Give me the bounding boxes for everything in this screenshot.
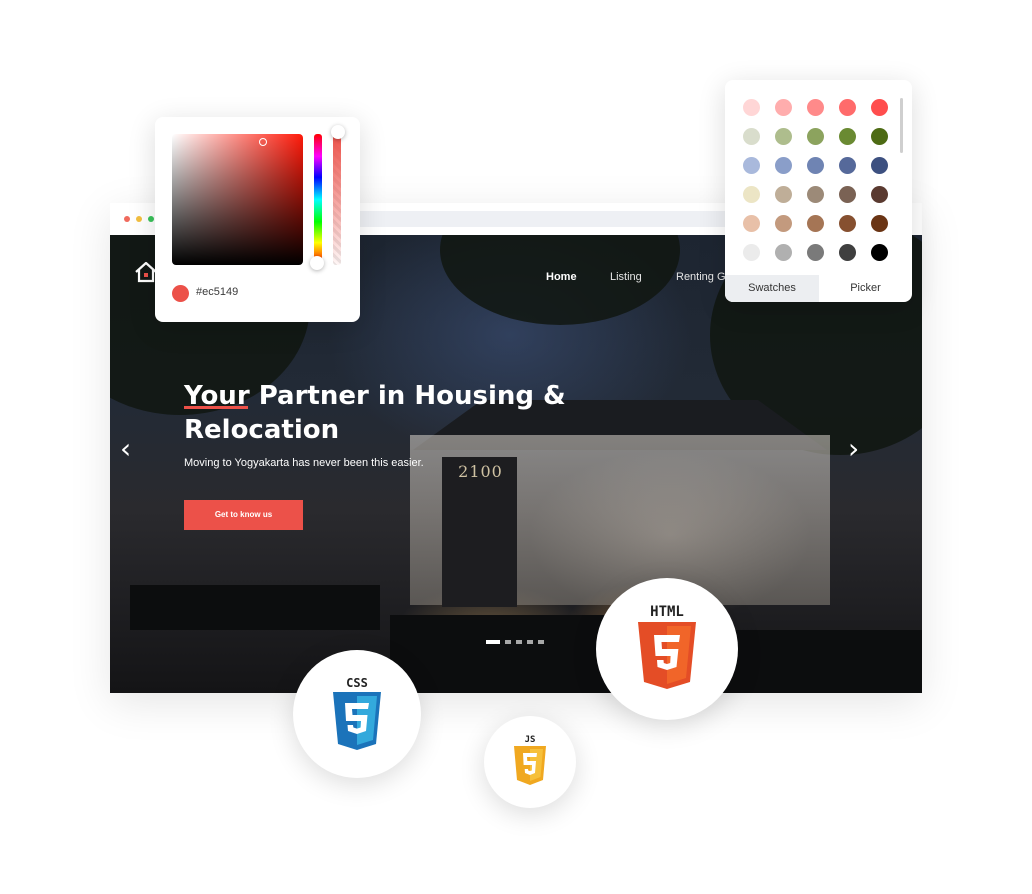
swatch-color[interactable] (775, 128, 792, 145)
color-picker-panel: #ec5149 (155, 117, 360, 322)
slide-dot[interactable] (538, 640, 544, 644)
js-label: JS (525, 735, 536, 745)
swatch-tabbar: Swatches Picker (725, 275, 912, 302)
swatch-color[interactable] (839, 215, 856, 232)
planter (710, 630, 922, 693)
slide-dot[interactable] (505, 640, 511, 644)
swatch-color[interactable] (775, 215, 792, 232)
swatch-color[interactable] (871, 244, 888, 261)
slide-indicator (486, 640, 549, 644)
swatch-color[interactable] (839, 244, 856, 261)
javascript-badge: JS (484, 716, 576, 808)
css3-logo-icon: CSS (333, 676, 381, 750)
hero-subheadline: Moving to Yogyakarta has never been this… (184, 457, 424, 469)
swatch-color[interactable] (871, 99, 888, 116)
swatch-color[interactable] (807, 215, 824, 232)
hue-slider[interactable] (314, 134, 322, 265)
swatch-color[interactable] (743, 244, 760, 261)
alpha-slider[interactable] (333, 134, 341, 265)
hue-slider-handle[interactable] (310, 256, 324, 270)
nav-listing[interactable]: Listing (610, 271, 642, 283)
html5-label: HTML (650, 604, 684, 620)
html5-badge: HTML (596, 578, 738, 720)
tab-picker[interactable]: Picker (819, 275, 912, 302)
swatch-color[interactable] (775, 157, 792, 174)
slide-dot[interactable] (516, 640, 522, 644)
swatch-color[interactable] (743, 215, 760, 232)
get-to-know-us-button[interactable]: Get to know us (184, 500, 303, 530)
swatch-color[interactable] (807, 186, 824, 203)
window-maximize-dot[interactable] (148, 216, 154, 222)
swatch-color[interactable] (839, 186, 856, 203)
swatch-color[interactable] (743, 157, 760, 174)
planter (130, 585, 380, 630)
swatch-color[interactable] (807, 157, 824, 174)
swatch-color[interactable] (839, 128, 856, 145)
planter (390, 615, 620, 693)
swatch-color[interactable] (871, 215, 888, 232)
slide-dot[interactable] (527, 640, 533, 644)
swatch-color[interactable] (839, 99, 856, 116)
scrollbar[interactable] (900, 98, 903, 153)
swatch-color[interactable] (775, 186, 792, 203)
hex-value[interactable]: #ec5149 (196, 286, 238, 298)
swatch-color[interactable] (839, 157, 856, 174)
swatch-color[interactable] (807, 244, 824, 261)
swatch-color[interactable] (775, 99, 792, 116)
window-minimize-dot[interactable] (136, 216, 142, 222)
javascript-logo-icon: JS (514, 735, 546, 785)
building-sign: 2100 (458, 462, 503, 481)
window-close-dot[interactable] (124, 216, 130, 222)
css3-label: CSS (346, 676, 368, 690)
swatch-color[interactable] (743, 99, 760, 116)
hero-headline: Your Partner in Housing & Relocation (184, 379, 604, 447)
saturation-field[interactable] (172, 134, 303, 265)
css3-badge: CSS (293, 650, 421, 778)
swatch-color[interactable] (775, 244, 792, 261)
tab-swatches[interactable]: Swatches (725, 275, 819, 302)
swatch-color[interactable] (807, 99, 824, 116)
selected-color-preview (172, 285, 189, 302)
chevron-left-icon[interactable]: ‹ (120, 435, 131, 463)
swatch-color[interactable] (871, 128, 888, 145)
headline-highlight: Your (184, 381, 250, 411)
swatch-color[interactable] (871, 157, 888, 174)
swatch-color[interactable] (807, 128, 824, 145)
swatch-color[interactable] (871, 186, 888, 203)
swatch-color[interactable] (743, 186, 760, 203)
chevron-right-icon[interactable]: › (848, 435, 859, 463)
saturation-handle[interactable] (259, 138, 267, 146)
swatch-color[interactable] (743, 128, 760, 145)
slide-dot-active[interactable] (486, 640, 500, 644)
nav-home[interactable]: Home (546, 271, 577, 283)
swatches-panel: Swatches Picker (725, 80, 912, 302)
nav-renting[interactable]: Renting G (676, 271, 726, 283)
alpha-slider-handle[interactable] (331, 125, 345, 139)
html5-logo-icon: HTML (638, 604, 696, 689)
